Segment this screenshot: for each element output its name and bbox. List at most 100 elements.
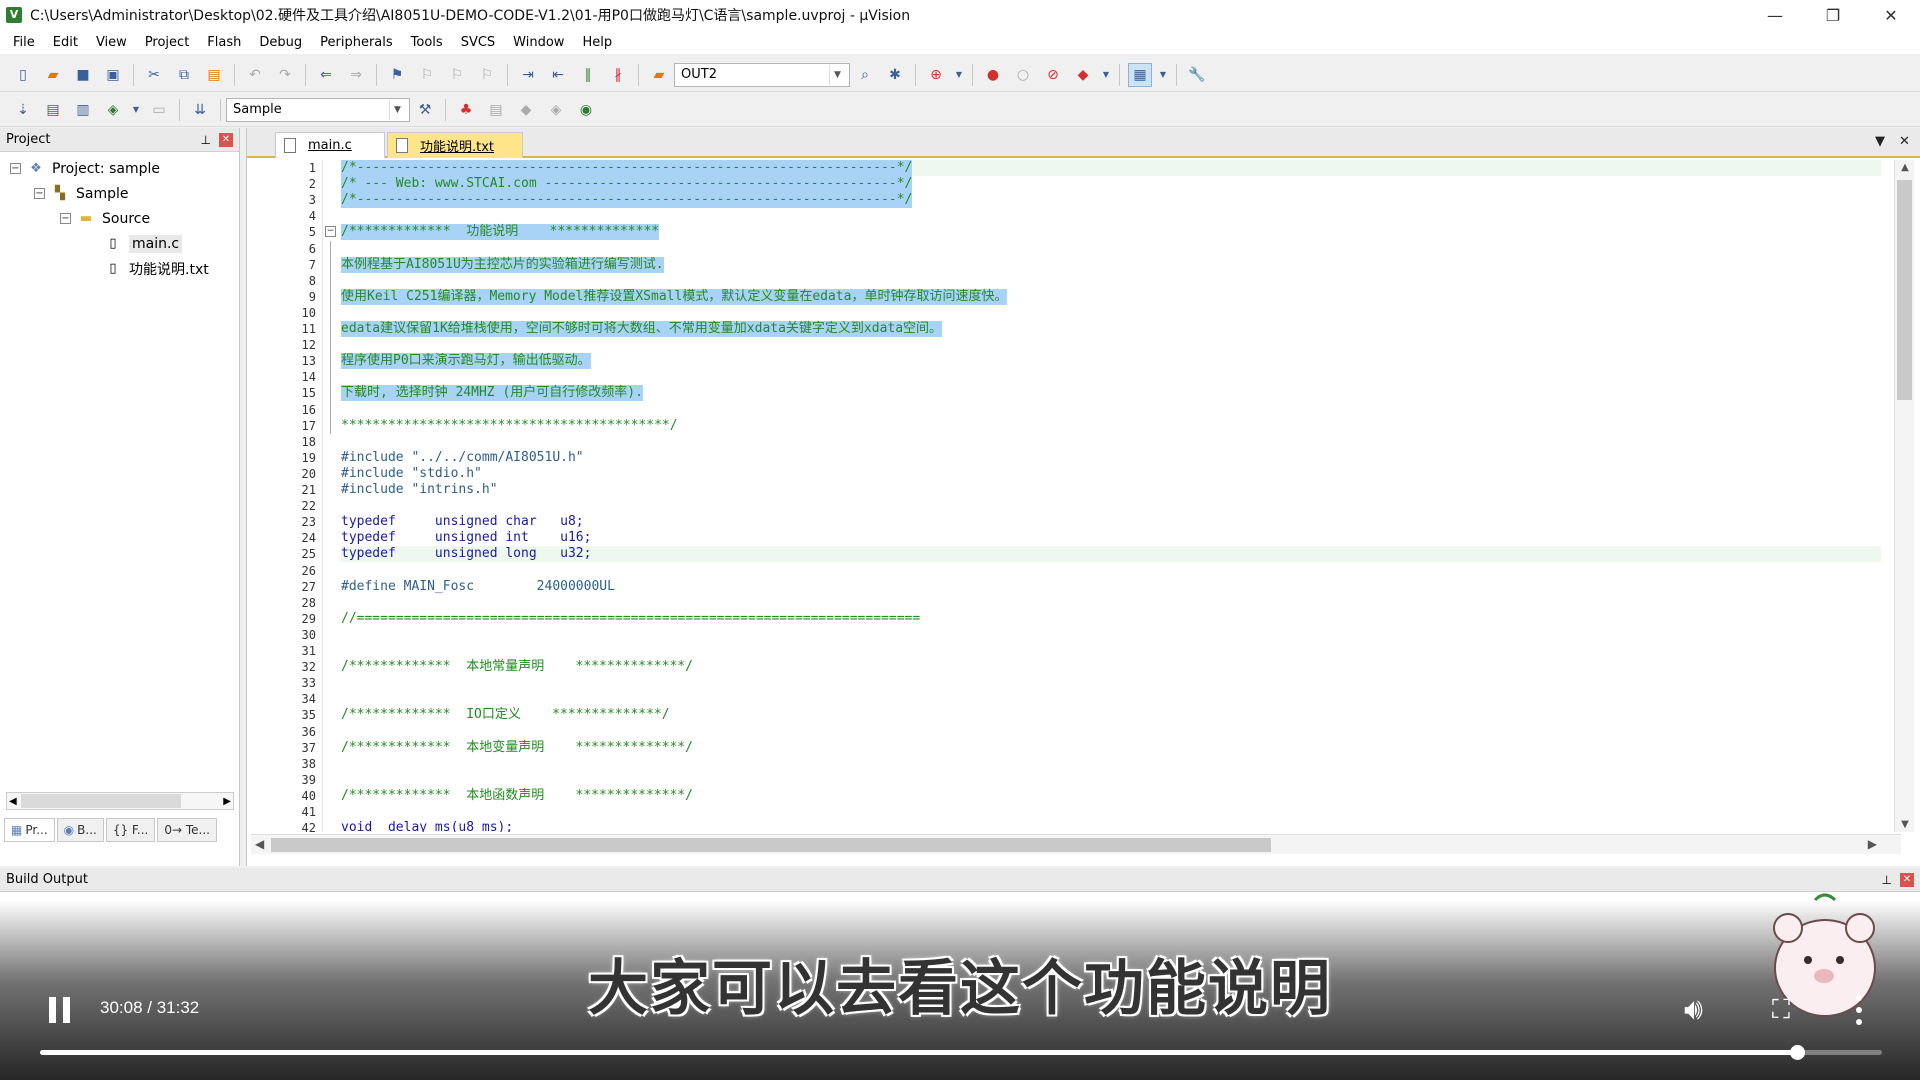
uncomment-icon[interactable]: ∦	[606, 63, 630, 87]
editor-horizontal-scrollbar[interactable]: ◀ ▶	[251, 834, 1901, 854]
select-packs-icon[interactable]: ◆	[514, 98, 538, 122]
tab-main-c[interactable]: main.c	[275, 132, 385, 158]
find-icon[interactable]: ✱	[883, 63, 907, 87]
minimize-button[interactable]: —	[1746, 0, 1804, 30]
exit-fullscreen-icon[interactable]: ⛶	[1766, 990, 1796, 1030]
incremental-find-icon[interactable]: ⌕	[853, 63, 877, 87]
target-select[interactable]: Sample ▼	[226, 97, 410, 122]
insert-breakpoint-icon[interactable]: ●	[981, 63, 1005, 87]
tab-project[interactable]: ▦ Pr...	[4, 818, 55, 842]
pause-button[interactable]	[44, 990, 74, 1030]
navigate-forward-icon[interactable]: ⇒	[344, 63, 368, 87]
menu-help[interactable]: Help	[573, 35, 621, 50]
bookmark-icon[interactable]: ⚑	[385, 63, 409, 87]
manage-components-icon[interactable]: ▤	[484, 98, 508, 122]
collapse-icon[interactable]: −	[60, 213, 71, 224]
menu-window[interactable]: Window	[504, 35, 573, 50]
chevron-down-icon[interactable]: ▼	[1158, 63, 1168, 87]
redo-icon[interactable]: ↷	[273, 63, 297, 87]
kill-breakpoints-icon[interactable]: ◆	[1071, 63, 1095, 87]
tab-books[interactable]: ◉ B...	[56, 818, 104, 842]
scroll-left-icon[interactable]: ◀	[7, 796, 17, 807]
menu-debug[interactable]: Debug	[250, 35, 311, 50]
menu-view[interactable]: View	[87, 35, 136, 50]
new-file-icon[interactable]: ▯	[11, 63, 35, 87]
video-progress-bar[interactable]	[40, 1045, 1882, 1060]
undo-icon[interactable]: ↶	[243, 63, 267, 87]
scroll-right-icon[interactable]: ▶	[223, 796, 233, 807]
find-in-files-icon[interactable]: ▰	[647, 63, 671, 87]
save-all-icon[interactable]: ▣	[101, 63, 125, 87]
configure-icon[interactable]: 🔧	[1185, 63, 1209, 87]
volume-icon[interactable]: 🔊︎	[1684, 990, 1716, 1030]
window-layout-icon[interactable]: ▦	[1128, 62, 1152, 87]
save-icon[interactable]: ■	[71, 63, 95, 87]
fold-toggle-icon[interactable]: −	[325, 226, 336, 238]
tab-readme-txt[interactable]: 功能说明.txt	[387, 132, 523, 158]
scrollbar-thumb[interactable]	[1897, 180, 1912, 400]
options-for-target-icon[interactable]: ⚒	[413, 98, 437, 122]
debug-session-icon[interactable]: ⊕	[924, 63, 948, 87]
run-time-environment-icon[interactable]: ◉	[574, 98, 598, 122]
menu-file[interactable]: File	[4, 35, 44, 50]
indent-icon[interactable]: ⇥	[516, 63, 540, 87]
menu-svcs[interactable]: SVCS	[452, 35, 504, 50]
batch-build-icon[interactable]: ◈	[101, 98, 125, 122]
menu-flash[interactable]: Flash	[198, 35, 250, 50]
editor-vertical-scrollbar[interactable]: ▲ ▼	[1894, 160, 1914, 832]
scroll-up-icon[interactable]: ▲	[1895, 162, 1915, 173]
more-options-icon[interactable]	[1852, 992, 1866, 1028]
copy-icon[interactable]: ⧉	[172, 63, 196, 87]
chevron-down-icon[interactable]: ▼	[1101, 63, 1111, 87]
pin-icon[interactable]: ⊥	[201, 133, 211, 147]
tab-templates[interactable]: 0→ Te...	[157, 818, 217, 842]
prev-bookmark-icon[interactable]: ⚐	[415, 63, 439, 87]
navigate-back-icon[interactable]: ⇐	[314, 63, 338, 87]
project-pane-scrollbar[interactable]: ◀ ▶	[6, 792, 234, 810]
chevron-down-icon[interactable]: ▼	[829, 64, 845, 85]
tab-functions[interactable]: {} F...	[105, 818, 156, 842]
paste-icon[interactable]: ▤	[202, 63, 226, 87]
menu-peripherals[interactable]: Peripherals	[311, 35, 402, 50]
restore-button[interactable]: ❐	[1804, 0, 1862, 30]
tree-node-project[interactable]: − ❖ Project: sample	[0, 156, 239, 181]
tree-node-file-main[interactable]: ▯ main.c	[0, 231, 239, 256]
clear-bookmarks-icon[interactable]: ⚐	[475, 63, 499, 87]
translate-icon[interactable]: ⇣	[11, 98, 35, 122]
find-combo[interactable]: OUT2 ▼	[674, 62, 850, 87]
close-window-button[interactable]: ✕	[1862, 0, 1920, 30]
manage-project-items-icon[interactable]: ♣	[454, 98, 478, 122]
scrollbar-thumb[interactable]	[21, 794, 181, 808]
next-bookmark-icon[interactable]: ⚐	[445, 63, 469, 87]
close-pane-icon[interactable]: ✕	[1900, 872, 1914, 887]
pin-icon[interactable]: ⊥	[1882, 873, 1892, 887]
stop-build-icon[interactable]: ▭	[147, 98, 171, 122]
disable-breakpoints-icon[interactable]: ⊘	[1041, 63, 1065, 87]
cut-icon[interactable]: ✂	[142, 63, 166, 87]
close-pane-icon[interactable]: ✕	[219, 132, 233, 147]
code-view[interactable]: /*--------------------------------------…	[341, 160, 1881, 832]
menu-edit[interactable]: Edit	[44, 35, 87, 50]
menu-project[interactable]: Project	[136, 35, 198, 50]
chevron-down-icon[interactable]: ▼	[1875, 134, 1885, 149]
scroll-left-icon[interactable]: ◀	[255, 837, 264, 851]
chevron-down-icon[interactable]: ▼	[131, 98, 141, 122]
rebuild-icon[interactable]: ▥	[71, 98, 95, 122]
collapse-icon[interactable]: −	[34, 188, 45, 199]
tree-node-group[interactable]: − ▬ Source	[0, 206, 239, 231]
scrollbar-thumb[interactable]	[271, 838, 1271, 852]
build-icon[interactable]: ▤	[41, 98, 65, 122]
tree-node-target[interactable]: − ▚ Sample	[0, 181, 239, 206]
open-file-icon[interactable]: ▰	[41, 63, 65, 87]
download-icon[interactable]: ⇊	[188, 98, 212, 122]
chevron-down-icon[interactable]: ▼	[954, 63, 964, 87]
unindent-icon[interactable]: ⇤	[546, 63, 570, 87]
pack-installer-icon[interactable]: ◈	[544, 98, 568, 122]
collapse-icon[interactable]: −	[10, 163, 21, 174]
close-tab-icon[interactable]: ✕	[1899, 134, 1910, 149]
menu-tools[interactable]: Tools	[402, 35, 452, 50]
scroll-down-icon[interactable]: ▼	[1895, 819, 1915, 830]
chevron-down-icon[interactable]: ▼	[389, 99, 405, 120]
comment-icon[interactable]: ∥	[576, 63, 600, 87]
enable-breakpoint-icon[interactable]: ○	[1011, 63, 1035, 87]
